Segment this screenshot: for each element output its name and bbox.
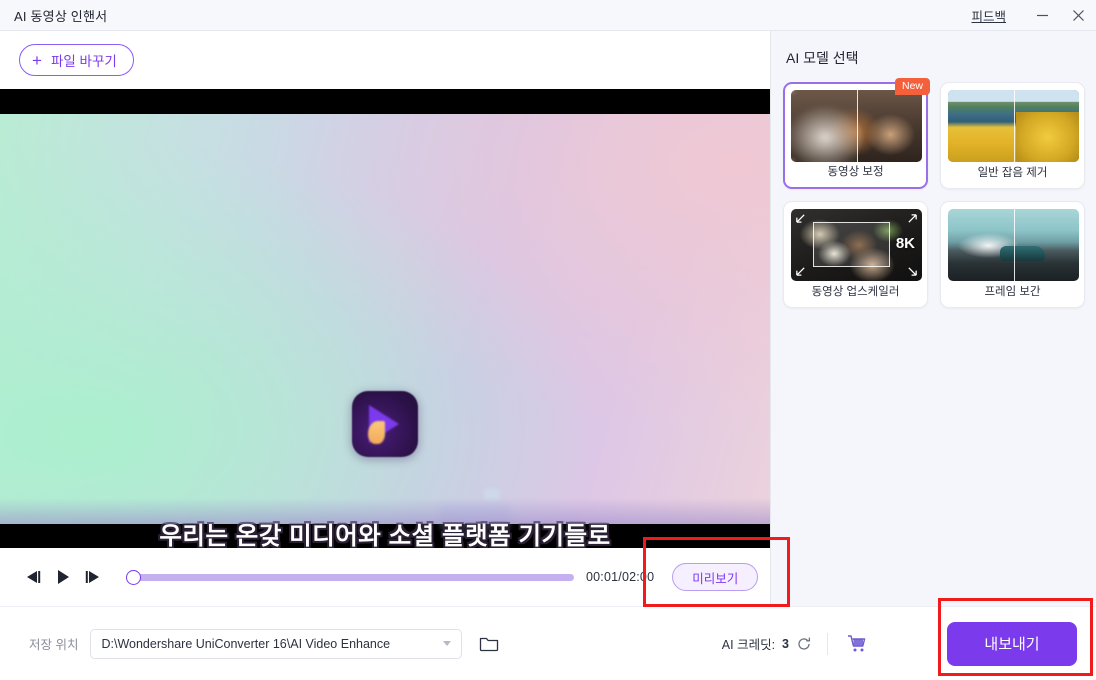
- progress-thumb[interactable]: [126, 569, 141, 585]
- window-controls: 피드백: [971, 0, 1096, 31]
- previous-frame-icon: [27, 571, 41, 583]
- ai-credits-value: 3: [782, 636, 789, 651]
- export-button[interactable]: 내보내기: [947, 621, 1077, 666]
- timecode-display: 00:01/02:00: [586, 570, 655, 584]
- buy-credits-button[interactable]: [846, 633, 868, 655]
- bottom-divider: [827, 632, 828, 655]
- main-area: + 파일 바꾸기 우리는 온갖 미디어와 소셜 플랫폼 기기들로 00:01/0…: [0, 31, 770, 606]
- open-folder-button[interactable]: [478, 633, 500, 655]
- resize-corner-icon: [796, 214, 805, 223]
- resize-corner-icon: [796, 267, 805, 276]
- model-card-upscaler[interactable]: 8K 동영상 업스케일러: [783, 201, 928, 308]
- save-location-label: 저장 위치: [29, 638, 79, 652]
- video-watermark-dot: [484, 488, 500, 500]
- folder-icon: [480, 637, 499, 651]
- window-title: AI 동영상 인핸서: [14, 8, 108, 24]
- shopping-cart-icon: [848, 634, 866, 651]
- wondershare-logo-icon: [352, 391, 418, 457]
- title-bar: AI 동영상 인핸서 피드백: [0, 0, 1096, 31]
- refresh-icon[interactable]: [796, 636, 812, 652]
- video-stage[interactable]: 우리는 온갖 미디어와 소셜 플랫폼 기기들로: [0, 89, 770, 548]
- model-label: 일반 잡음 제거: [977, 167, 1048, 179]
- plus-icon: +: [32, 50, 42, 70]
- chevron-down-icon: [443, 641, 452, 646]
- model-thumbnail: [948, 209, 1079, 281]
- ai-credits: AI 크레딧: 3: [722, 634, 812, 653]
- model-label: 동영상 보정: [827, 166, 884, 178]
- bottom-bar: 저장 위치 D:\Wondershare UniConverter 16\AI …: [0, 606, 1096, 680]
- new-badge: New: [894, 78, 930, 95]
- model-thumbnail: [791, 90, 922, 162]
- progress-track: [134, 573, 574, 581]
- video-frame: 우리는 온갖 미디어와 소셜 플랫폼 기기들로: [0, 114, 770, 548]
- ai-credits-label: AI 크레딧:: [721, 638, 776, 652]
- player-controls: 00:01/02:00 미리보기: [0, 548, 770, 606]
- replace-file-label: 파일 바꾸기: [50, 54, 117, 69]
- model-card-frame-interpolation[interactable]: 프레임 보간: [940, 201, 1085, 308]
- app-window: AI 동영상 인핸서 피드백 + 파일 바꾸기 우리는 온갖 미디어와 소셜 플…: [0, 0, 1096, 680]
- close-button[interactable]: [1060, 0, 1096, 31]
- model-card-grid: New 동영상 보정 일반 잡음 제거 8K 동영상 업스케일러 프레임 보간: [783, 78, 1096, 308]
- model-card-denoise[interactable]: 일반 잡음 제거: [940, 82, 1085, 189]
- play-icon: [58, 570, 69, 584]
- crop-rectangle: [813, 222, 890, 267]
- model-label: 동영상 업스케일러: [811, 286, 900, 298]
- model-card-video-enhance[interactable]: New 동영상 보정: [783, 78, 930, 189]
- next-frame-button[interactable]: [78, 562, 108, 592]
- progress-slider[interactable]: [126, 568, 574, 586]
- feedback-link[interactable]: 피드백: [971, 6, 1006, 25]
- minimize-button[interactable]: [1024, 0, 1060, 31]
- save-path-dropdown[interactable]: D:\Wondershare UniConverter 16\AI Video …: [90, 628, 463, 659]
- video-subtitle: 우리는 온갖 미디어와 소셜 플랫폼 기기들로: [159, 523, 611, 548]
- resize-corner-icon: [908, 267, 917, 276]
- model-thumbnail: [948, 90, 1079, 162]
- preview-label: 미리보기: [692, 571, 739, 586]
- replace-file-button[interactable]: + 파일 바꾸기: [19, 44, 134, 76]
- top-toolbar: + 파일 바꾸기: [0, 31, 770, 89]
- close-icon: [1072, 10, 1084, 21]
- minimize-icon: [1036, 14, 1048, 17]
- panel-title: AI 모델 선택: [786, 50, 859, 66]
- resize-corner-icon: [908, 214, 917, 223]
- previous-frame-button[interactable]: [18, 562, 48, 592]
- save-path-value: D:\Wondershare UniConverter 16\AI Video …: [101, 636, 391, 651]
- preview-button[interactable]: 미리보기: [672, 563, 759, 591]
- resolution-badge: 8K: [895, 235, 915, 252]
- model-thumbnail: 8K: [791, 209, 922, 281]
- model-label: 프레임 보간: [984, 286, 1041, 298]
- ai-model-panel: AI 모델 선택 New 동영상 보정 일반 잡음 제거 8K 동영상 업스케일…: [770, 31, 1096, 606]
- next-frame-icon: [85, 571, 99, 583]
- play-button[interactable]: [48, 562, 78, 592]
